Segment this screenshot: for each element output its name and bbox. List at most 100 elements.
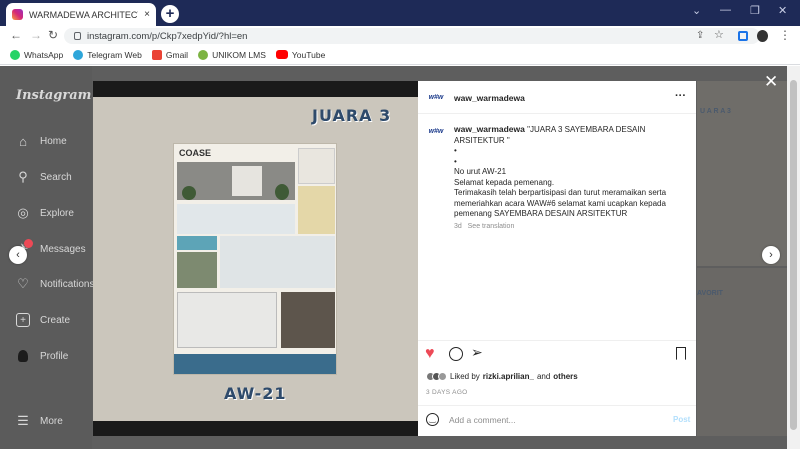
lock-icon (74, 32, 81, 40)
caption-line: Selamat kepada pemenang. (454, 177, 555, 187)
caption-line: • (454, 146, 457, 155)
bookmark-label: YouTube (291, 49, 326, 60)
divider (418, 340, 696, 341)
sidebar-item-explore[interactable]: ◎ Explore (16, 205, 74, 220)
likes-summary: Liked by rizki.aprilian_ and others (426, 372, 578, 381)
bookmark-label: Gmail (165, 49, 189, 60)
author-username[interactable]: waw_warmadewa (454, 93, 525, 103)
whatsapp-icon (10, 49, 20, 60)
poster-title: COASE (179, 148, 212, 158)
poster-footer (174, 354, 336, 374)
poster-text-block (298, 148, 335, 184)
divider (418, 405, 696, 406)
background-post-text: U A R A 3 (700, 108, 731, 115)
tab-search-chevron-icon[interactable]: ⌄ (692, 4, 701, 17)
sidebar-item-label: Home (40, 135, 67, 147)
instagram-logo[interactable]: Instagram (16, 88, 91, 103)
tab-close-icon[interactable]: × (144, 9, 150, 20)
see-translation-link[interactable]: See translation (468, 223, 515, 230)
close-modal-icon[interactable]: ✕ (764, 72, 778, 92)
search-icon: ⚲ (18, 169, 28, 184)
like-heart-icon[interactable]: ♥ (425, 345, 435, 363)
gmail-icon (151, 49, 162, 60)
liked-others-link[interactable]: others (553, 372, 577, 381)
comment-input[interactable]: Add a comment... (449, 415, 516, 425)
sidebar-item-create[interactable]: + Create (16, 313, 70, 327)
forward-arrow-icon[interactable]: → (30, 26, 42, 45)
sidebar-item-label: Search (40, 171, 72, 183)
bookmark-whatsapp[interactable]: WhatsApp (10, 49, 64, 60)
unikom-icon (198, 49, 209, 60)
poster-building-shape (232, 166, 262, 196)
home-icon: ⌂ (19, 133, 27, 149)
heart-icon: ♡ (17, 276, 29, 291)
instagram-favicon-icon (12, 9, 23, 20)
restore-button[interactable]: ❐ (750, 4, 760, 17)
poster-diagram (177, 204, 295, 234)
author-avatar[interactable]: w#w (426, 90, 446, 104)
new-tab-button[interactable]: + (161, 5, 179, 23)
caption-username[interactable]: waw_warmadewa (454, 124, 525, 134)
address-url: instagram.com/p/Ckp7xedpYid/?hl=en (87, 30, 248, 42)
previous-post-button[interactable]: ‹ (9, 246, 27, 264)
plus-icon: + (16, 313, 30, 327)
notification-badge (24, 239, 33, 248)
divider (418, 113, 696, 114)
share-post-icon[interactable]: ➢ (471, 344, 483, 361)
liked-by-user-link[interactable]: rizki.aprilian_ (483, 372, 534, 381)
caption-line: No urut AW-21 (454, 167, 507, 176)
sidebar-item-notifications[interactable]: ♡ Notifications (16, 276, 95, 291)
next-post-button[interactable]: › (762, 246, 780, 264)
sidebar-item-more[interactable]: ☰ More (16, 413, 63, 428)
minimize-button[interactable]: — (720, 4, 731, 16)
reload-icon[interactable]: ↻ (48, 26, 58, 45)
address-bar[interactable]: instagram.com/p/Ckp7xedpYid/?hl=en (64, 28, 760, 44)
bookmark-telegram[interactable]: Telegram Web (73, 49, 142, 60)
sidebar-item-profile[interactable]: Profile (16, 349, 68, 363)
poster-render-image (177, 162, 295, 200)
bookmarks-bar: WhatsApp Telegram Web Gmail UNIKOM LMS Y… (0, 45, 800, 65)
poster-site-plan (177, 252, 217, 288)
tab-title: WARMADEWA ARCHITECTURE (@ (29, 9, 138, 20)
back-arrow-icon[interactable]: ← (10, 26, 22, 45)
emoji-icon[interactable]: ‿ (426, 413, 439, 426)
caption-line: Terimakasih telah berpartisipasi dan tur… (454, 188, 667, 218)
sidebar-item-home[interactable]: ⌂ Home (16, 133, 67, 149)
scrollbar-thumb[interactable] (790, 80, 797, 430)
architecture-poster: COASE (173, 143, 337, 375)
liked-and: and (536, 372, 551, 381)
comment-icon[interactable] (449, 347, 463, 361)
sidebar-item-label: Messages (40, 243, 86, 255)
sidebar-item-label: Create (40, 314, 71, 326)
liker-avatars[interactable] (426, 372, 447, 381)
more-options-icon[interactable]: ··· (675, 90, 686, 102)
bookmark-gmail[interactable]: Gmail (151, 49, 189, 60)
sidebar-item-label: Profile (40, 350, 69, 362)
youtube-icon (275, 50, 288, 59)
caption-avatar[interactable]: w#w (426, 124, 446, 138)
profile-avatar-icon[interactable] (757, 30, 768, 42)
bookmark-youtube[interactable]: YouTube (275, 49, 326, 60)
bookmark-label: UNIKOM LMS (212, 49, 266, 60)
bookmark-label: WhatsApp (24, 49, 64, 60)
bookmark-unikom[interactable]: UNIKOM LMS (198, 49, 266, 60)
post-banner-bottom: AW-21 (224, 384, 287, 403)
share-icon[interactable]: ⇪ (696, 26, 704, 45)
poster-diagram (220, 236, 335, 288)
post-comment-button[interactable]: Post (673, 415, 690, 424)
sidebar-item-label: Notifications (40, 278, 95, 290)
extension-icon[interactable] (738, 31, 748, 41)
caption-line: • (454, 156, 457, 166)
poster-diagram (298, 186, 335, 234)
telegram-icon (73, 49, 84, 60)
poster-interior-photos (281, 292, 335, 348)
sidebar-item-search[interactable]: ⚲ Search (16, 169, 72, 184)
profile-icon (16, 349, 30, 363)
bookmark-star-icon[interactable]: ☆ (714, 26, 724, 45)
post-timestamp[interactable]: 3 DAYS AGO (426, 389, 468, 396)
poster-chart (177, 236, 217, 250)
browser-tab[interactable]: WARMADEWA ARCHITECTURE (@ × (6, 3, 156, 26)
browser-menu-icon[interactable]: ⋮ (779, 26, 791, 45)
bookmark-label: Telegram Web (87, 49, 142, 60)
window-close-button[interactable]: ✕ (778, 4, 787, 17)
